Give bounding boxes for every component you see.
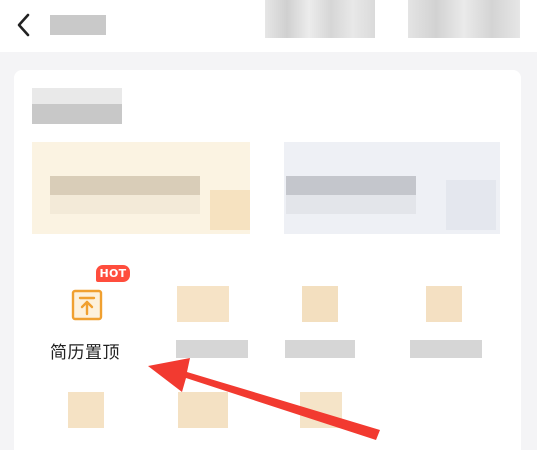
chevron-left-icon[interactable] [10, 10, 38, 40]
promo-banner-text-redacted-right [286, 176, 416, 214]
promo-banner-image-redacted-left [210, 190, 250, 230]
promo-banner-image-redacted-right [446, 180, 496, 230]
header-action-redacted[interactable] [265, 0, 375, 38]
feature-icon-redacted-2[interactable] [177, 286, 229, 322]
arrow-up-to-top-icon [71, 289, 103, 321]
feature-icon-redacted-4[interactable] [426, 286, 462, 322]
feature-label-redacted-4 [410, 340, 482, 358]
feature-icon-redacted-3[interactable] [302, 286, 338, 322]
feature-label-redacted-2 [176, 340, 248, 358]
feature-label-top-resume: 简历置顶 [50, 343, 120, 363]
section-title-redacted [32, 88, 122, 124]
feature-icon-redacted-6[interactable] [178, 392, 228, 428]
header-action-redacted-2[interactable] [408, 0, 520, 38]
feature-label-redacted-3 [285, 340, 355, 358]
page-title-redacted [50, 15, 106, 35]
promo-banner-text-redacted-left [50, 176, 200, 214]
feature-icon-redacted-5[interactable] [68, 392, 104, 428]
hot-badge: HOT [96, 265, 130, 282]
feature-icon-redacted-7[interactable] [300, 392, 342, 428]
top-bar [0, 0, 537, 52]
